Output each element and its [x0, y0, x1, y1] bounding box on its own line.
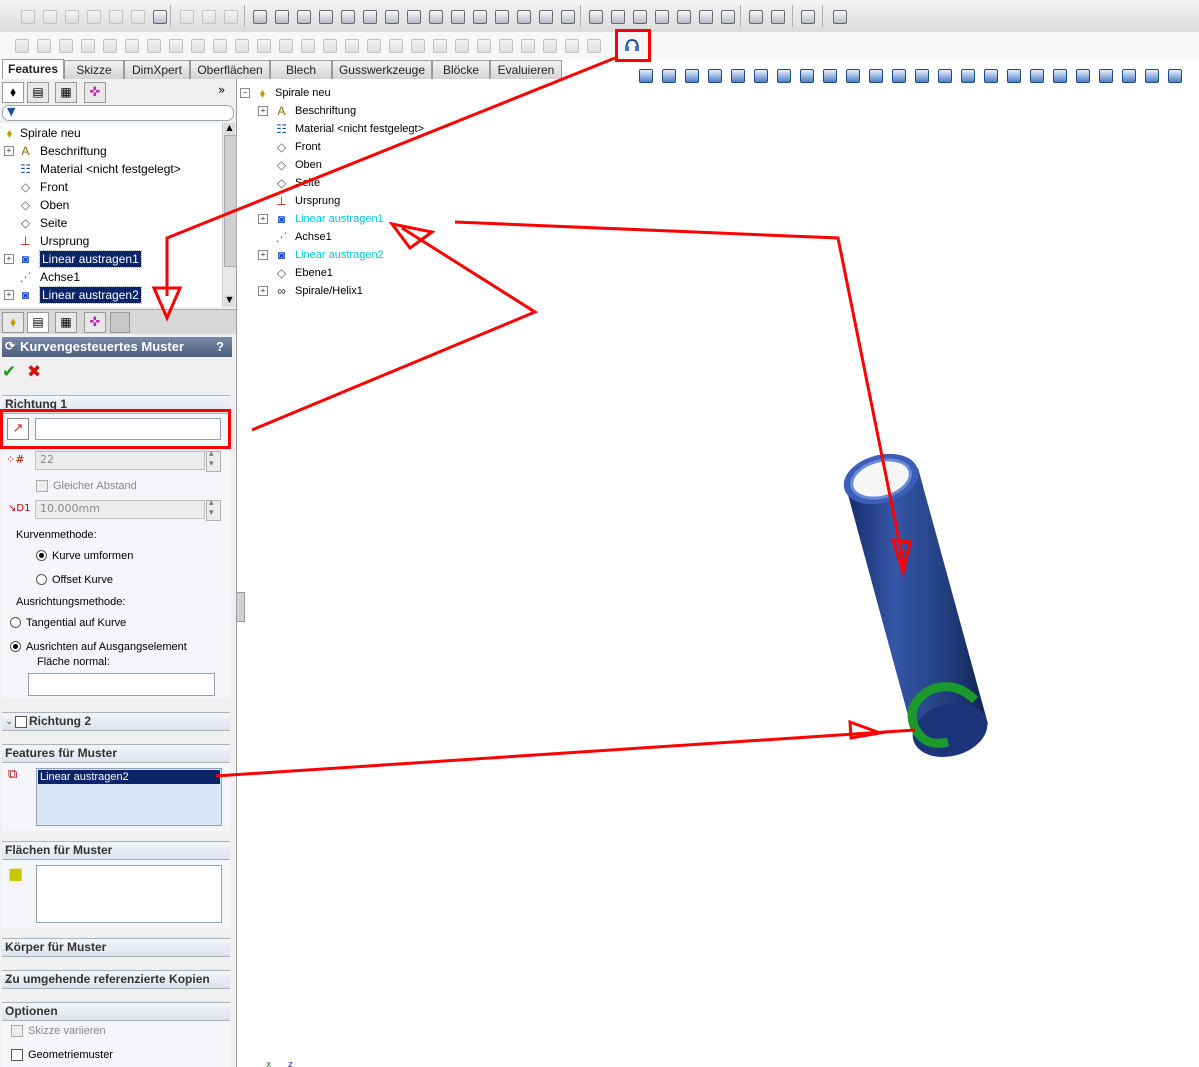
triad-z: z — [288, 1060, 293, 1067]
graphics-overlay: x z — [151, 56, 988, 1067]
triad-x: x — [266, 1060, 272, 1067]
annotation-arrows — [151, 56, 916, 778]
